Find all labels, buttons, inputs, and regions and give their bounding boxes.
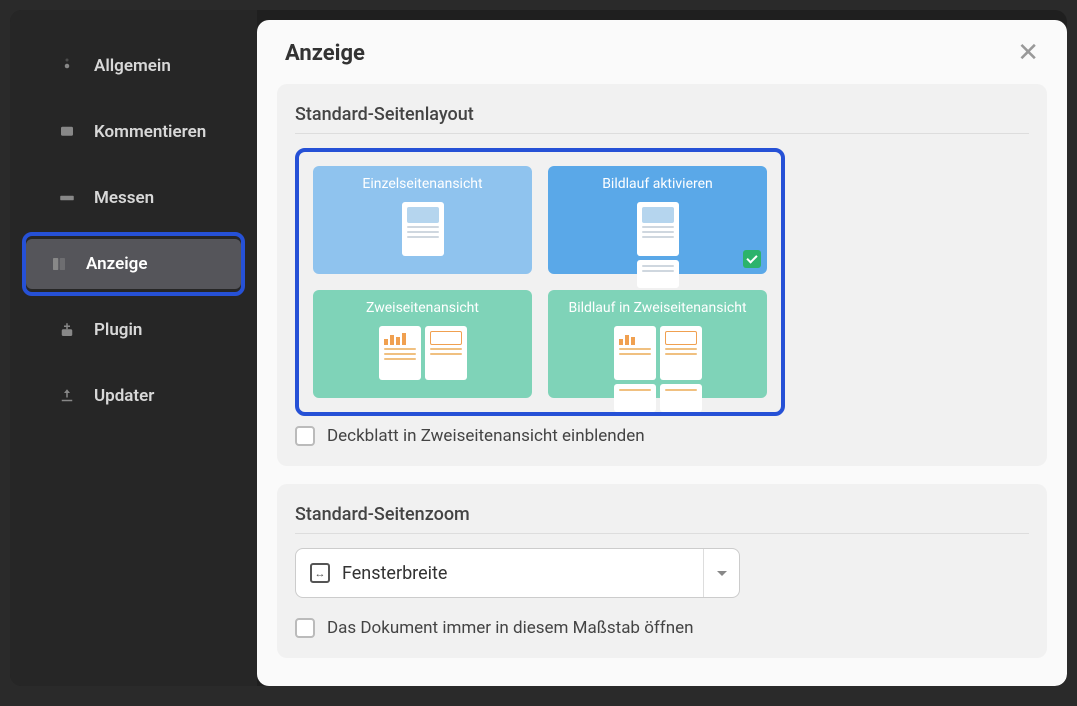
fit-width-icon: ↔: [310, 563, 330, 583]
checkbox[interactable]: [295, 426, 315, 446]
sidebar-item-label: Updater: [94, 386, 154, 406]
sidebar-item-label: Messen: [94, 188, 154, 208]
divider: [295, 133, 1029, 134]
layout-preview-icon: [614, 326, 702, 412]
layout-preview-icon: [637, 202, 679, 288]
layout-option-label: Bildlauf aktivieren: [602, 176, 713, 192]
section-page-layout: Standard-Seitenlayout Einzelseitenansich…: [277, 84, 1047, 466]
sidebar-item-updater[interactable]: Updater: [18, 364, 249, 428]
content-body: Standard-Seitenlayout Einzelseitenansich…: [257, 72, 1067, 686]
sidebar-item-label: Anzeige: [86, 254, 147, 274]
layout-option-two-page[interactable]: Zweiseitenansicht: [313, 290, 532, 398]
layout-preview-icon: [379, 326, 467, 380]
section-title: Standard-Seitenlayout: [295, 104, 1029, 125]
display-icon: [48, 253, 70, 275]
sidebar-item-label: Kommentieren: [94, 122, 206, 142]
plugin-icon: [56, 319, 78, 341]
layout-option-single[interactable]: Einzelseitenansicht: [313, 166, 532, 274]
chevron-down-icon[interactable]: [703, 549, 739, 597]
comment-icon: [56, 121, 78, 143]
checkbox-label: Deckblatt in Zweiseitenansicht einblende…: [327, 426, 645, 446]
sidebar-item-anzeige[interactable]: Anzeige: [22, 232, 245, 296]
check-icon: [743, 250, 761, 268]
content-header: Anzeige ✕: [257, 20, 1067, 72]
layout-options-grid: Einzelseitenansicht Bildlauf aktivieren: [313, 166, 767, 398]
divider: [295, 533, 1029, 534]
sidebar-item-kommentieren[interactable]: Kommentieren: [18, 100, 249, 164]
measure-icon: [56, 187, 78, 209]
zoom-select-value: Fensterbreite: [342, 563, 447, 584]
layout-option-scroll[interactable]: Bildlauf aktivieren: [548, 166, 767, 274]
zoom-select[interactable]: ↔ Fensterbreite: [295, 548, 740, 598]
gear-icon: [56, 55, 78, 77]
layout-preview-icon: [402, 202, 444, 256]
page-title: Anzeige: [285, 41, 365, 66]
section-title: Standard-Seitenzoom: [295, 504, 1029, 525]
settings-window: Allgemein Kommentieren Messen Anzeige: [10, 10, 1067, 686]
sidebar-item-messen[interactable]: Messen: [18, 166, 249, 230]
cover-page-checkbox-row[interactable]: Deckblatt in Zweiseitenansicht einblende…: [295, 426, 1029, 446]
sidebar-item-allgemein[interactable]: Allgemein: [18, 34, 249, 98]
sidebar-item-label: Allgemein: [94, 56, 171, 76]
section-page-zoom: Standard-Seitenzoom ↔ Fensterbreite Das …: [277, 484, 1047, 658]
layout-options-highlight: Einzelseitenansicht Bildlauf aktivieren: [295, 148, 785, 416]
sidebar-item-plugin[interactable]: Plugin: [18, 298, 249, 362]
checkbox[interactable]: [295, 618, 315, 638]
content-panel: Anzeige ✕ Standard-Seitenlayout Einzelse…: [257, 20, 1067, 686]
updater-icon: [56, 385, 78, 407]
sidebar: Allgemein Kommentieren Messen Anzeige: [10, 10, 257, 686]
close-icon[interactable]: ✕: [1017, 38, 1039, 68]
sidebar-item-label: Plugin: [94, 320, 142, 340]
layout-option-label: Bildlauf in Zweiseitenansicht: [568, 300, 746, 316]
layout-option-label: Einzelseitenansicht: [362, 176, 482, 192]
always-open-zoom-checkbox-row[interactable]: Das Dokument immer in diesem Maßstab öff…: [295, 618, 1029, 638]
checkbox-label: Das Dokument immer in diesem Maßstab öff…: [327, 618, 694, 638]
layout-option-two-page-scroll[interactable]: Bildlauf in Zweiseitenansicht: [548, 290, 767, 398]
layout-option-label: Zweiseitenansicht: [366, 300, 479, 316]
